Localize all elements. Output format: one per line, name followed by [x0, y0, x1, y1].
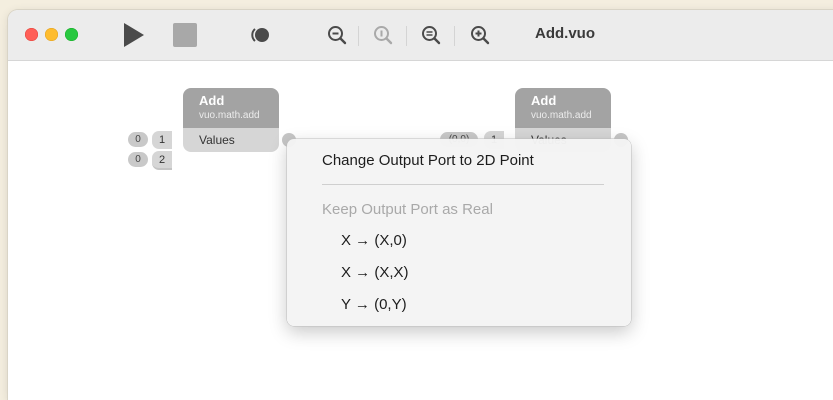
list-item-port[interactable]: 2: [152, 151, 172, 170]
play-icon: [124, 23, 144, 47]
show-events-button[interactable]: [246, 22, 274, 48]
menu-item-change-output-port[interactable]: Change Output Port to 2D Point: [322, 152, 534, 169]
zoom-in-button[interactable]: [467, 22, 493, 48]
node-class-name: vuo.math.add: [531, 110, 592, 121]
menu-header-keep-output-port: Keep Output Port as Real: [322, 201, 493, 218]
menu-separator: [322, 184, 604, 185]
show-events-icon: [251, 28, 269, 42]
stop-icon: [173, 23, 197, 47]
stop-button[interactable]: [171, 22, 199, 48]
constant-value[interactable]: 0: [128, 132, 148, 147]
zoom-to-fit-button[interactable]: [418, 22, 444, 48]
run-button[interactable]: [118, 22, 148, 48]
window-title: Add.vuo: [535, 25, 595, 42]
zoom-in-icon: [471, 26, 490, 45]
list-item-port[interactable]: 1: [152, 131, 172, 149]
node-body: Values: [183, 128, 279, 152]
toolbar-divider: [454, 26, 455, 46]
toolbar-divider: [358, 26, 359, 46]
toolbar-divider: [406, 26, 407, 46]
node-title: Add: [199, 93, 225, 108]
zoom-actual-size-button[interactable]: [370, 22, 396, 48]
minimize-window-button[interactable]: [45, 28, 58, 41]
node-title: Add: [531, 93, 557, 108]
node-title-bar[interactable]: Add vuo.math.add: [515, 88, 611, 128]
zoom-actual-icon: [374, 26, 393, 45]
menu-item-x-to-x0[interactable]: X → (X,0): [341, 232, 407, 249]
title-bar: Add.vuo: [8, 10, 833, 61]
zoom-to-fit-icon: [422, 26, 441, 45]
list-item-index: 2: [158, 154, 166, 166]
context-menu: Change Output Port to 2D Point Keep Outp…: [287, 139, 631, 326]
list-item-index: 1: [158, 134, 166, 146]
zoom-out-button[interactable]: [324, 22, 350, 48]
menu-item-y-to-0y[interactable]: Y → (0,Y): [341, 296, 407, 313]
zoom-window-button[interactable]: [65, 28, 78, 41]
node-title-bar[interactable]: Add vuo.math.add: [183, 88, 279, 128]
menu-item-x-to-xx[interactable]: X → (X,X): [341, 264, 409, 281]
zoom-out-icon: [328, 26, 347, 45]
constant-value[interactable]: 0: [128, 152, 148, 167]
input-port-label: Values: [199, 133, 235, 147]
close-window-button[interactable]: [25, 28, 38, 41]
node-class-name: vuo.math.add: [199, 110, 260, 121]
